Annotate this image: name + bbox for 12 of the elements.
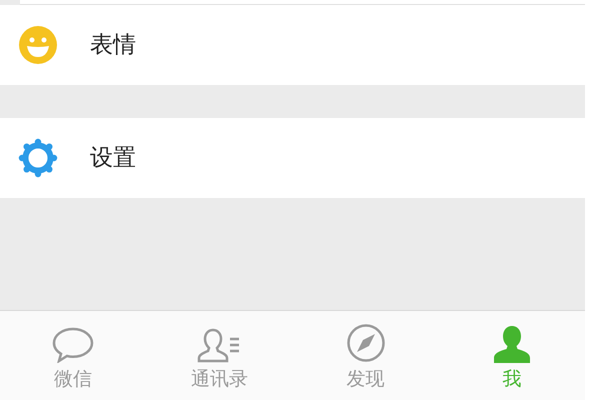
menu-item[interactable]: 设置 <box>0 118 585 198</box>
tab[interactable]: 发现 <box>292 311 439 400</box>
contacts-icon <box>197 327 242 363</box>
tab[interactable]: 我 <box>438 311 585 400</box>
smiley-icon <box>19 26 57 64</box>
tab[interactable]: 通讯录 <box>146 311 292 400</box>
settings-icon <box>18 138 58 178</box>
speech-bubble-icon <box>52 327 94 363</box>
tab[interactable]: 微信 <box>0 311 146 400</box>
person-icon <box>492 325 532 363</box>
compass-icon <box>346 323 386 363</box>
menu-item[interactable]: 表情 <box>0 5 585 85</box>
